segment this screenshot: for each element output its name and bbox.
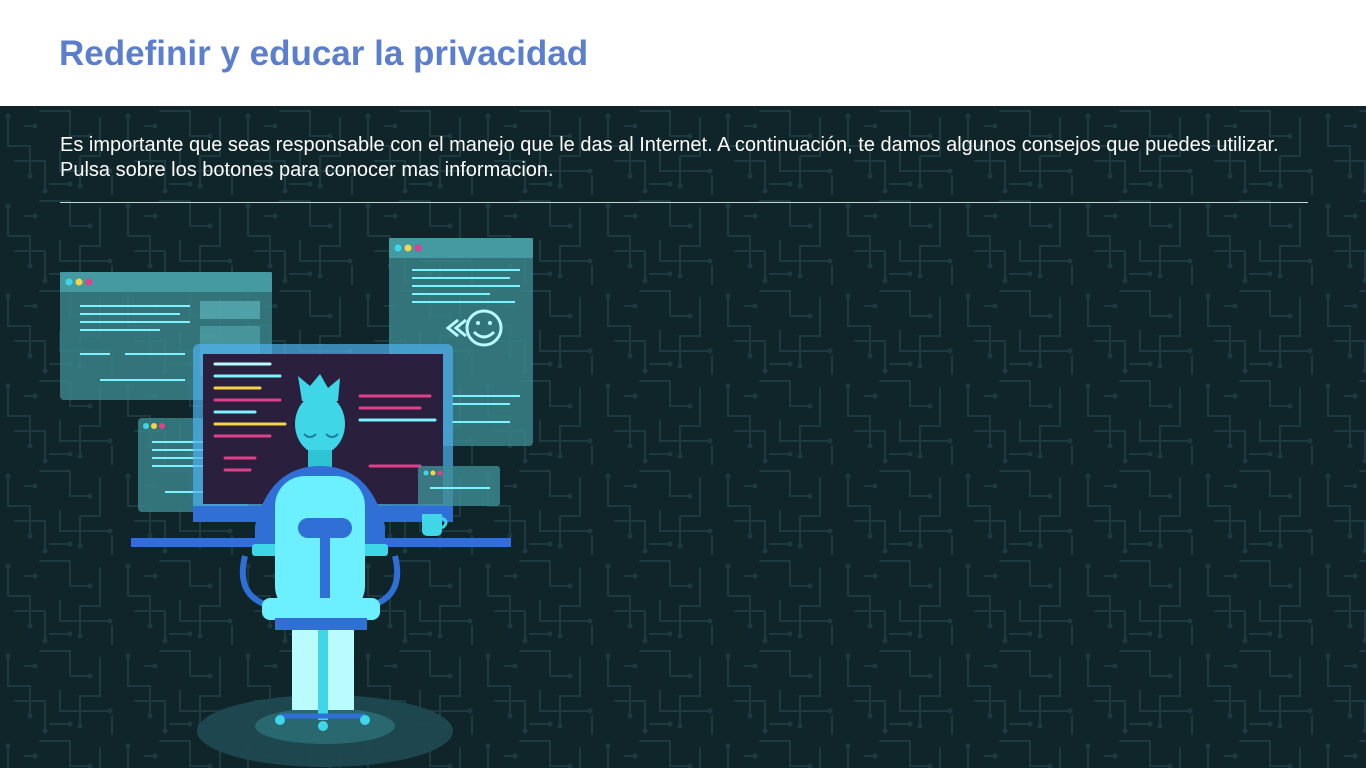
divider: [60, 202, 1308, 203]
page-title: Redefinir y educar la privacidad: [59, 34, 589, 73]
header: Redefinir y educar la privacidad: [0, 0, 1366, 106]
intro-text: Es importante que seas responsable con e…: [60, 134, 1279, 181]
person-at-computer-illustration: [60, 238, 533, 767]
content-area: Es importante que seas responsable con e…: [0, 106, 1366, 768]
